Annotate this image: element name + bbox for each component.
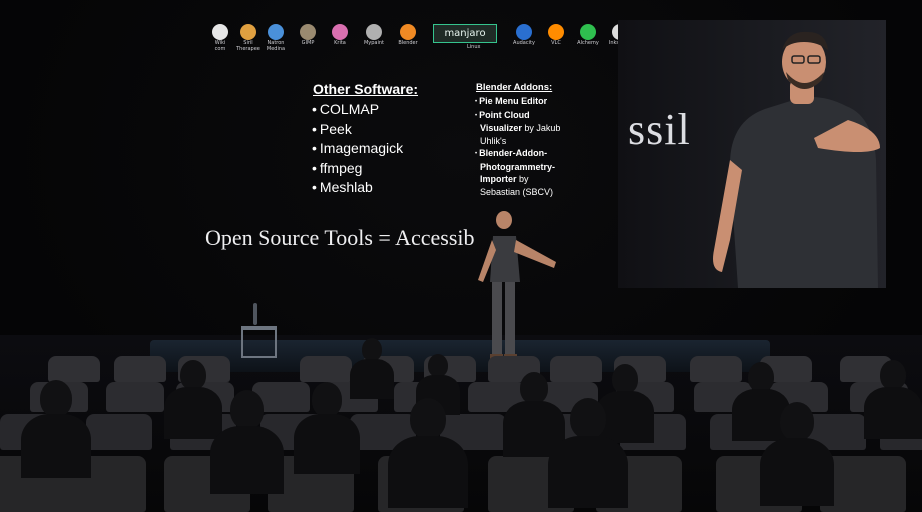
audience-body [759,437,835,506]
audience-head [180,360,206,390]
audience-head [410,398,446,440]
audience-seat [48,356,100,382]
audience-seat [86,414,152,450]
audience-seat [690,356,742,382]
audience-seat [300,356,352,382]
audience-head [428,354,448,377]
audience-body [548,435,628,508]
audience-head [520,372,548,405]
audience-head [880,360,906,390]
audience-seat [106,382,164,412]
audience-seat [550,356,602,382]
audience-head [40,380,72,417]
audience-head [230,390,264,430]
audience-body [294,413,360,474]
audience-body [388,435,468,508]
audience-head [612,364,638,394]
audience-body [209,425,285,494]
audience-head [570,398,606,440]
audience-head [780,402,814,442]
audience-body [20,413,92,478]
audience-body [350,359,394,399]
audience-head [312,382,342,417]
audience-head [362,338,382,361]
conference-scene: Wiki com Siril Therapee Natron Medina GIMP K… [0,0,922,512]
audience-head [748,362,774,392]
audience-seat [114,356,166,382]
audience-body [164,387,222,440]
audience-body [864,387,922,440]
